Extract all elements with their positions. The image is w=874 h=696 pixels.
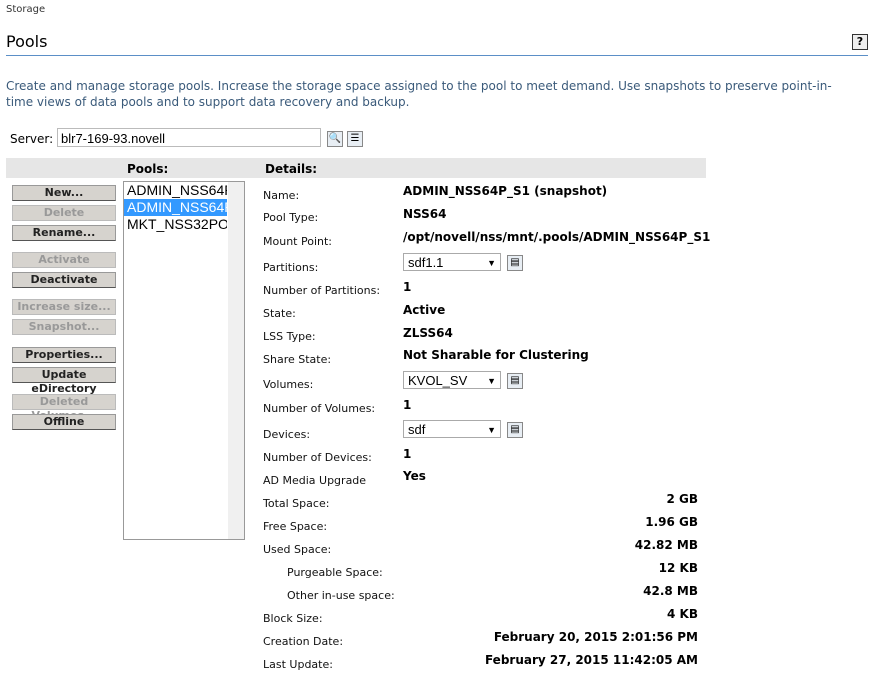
update-edirectory-button[interactable]: Update eDirectory <box>12 367 116 395</box>
divider <box>6 55 868 56</box>
server-input[interactable]: blr7-169-93.novell <box>57 128 321 147</box>
last-update-label: Last Update: <box>263 658 333 671</box>
new-button[interactable]: New... <box>12 185 116 201</box>
ad-media-value: Yes <box>403 469 426 483</box>
lss-type-label: LSS Type: <box>263 330 316 343</box>
mount-point-label: Mount Point: <box>263 235 332 248</box>
num-partitions-value: 1 <box>403 280 412 294</box>
details-icon[interactable]: ▤ <box>507 373 523 389</box>
details-icon[interactable]: ▤ <box>507 255 523 271</box>
name-value: ADMIN_NSS64P_S1 (snapshot) <box>403 184 608 198</box>
volumes-select[interactable]: KVOL_SV ▼ <box>403 371 501 389</box>
rename-button[interactable]: Rename... <box>12 225 116 241</box>
lss-type-value: ZLSS64 <box>403 326 453 340</box>
free-space-label: Free Space: <box>263 520 328 533</box>
chevron-down-icon: ▼ <box>487 376 496 386</box>
pool-item-selected[interactable]: ADMIN_NSS64P <box>124 199 227 216</box>
num-partitions-label: Number of Partitions: <box>263 284 381 297</box>
used-space-label: Used Space: <box>263 543 332 556</box>
properties-button[interactable]: Properties... <box>12 347 116 363</box>
state-value: Active <box>403 303 446 317</box>
offline-button[interactable]: Offline <box>12 414 116 430</box>
last-update-value: February 27, 2015 11:42:05 AM <box>484 653 698 667</box>
block-size-value: 4 KB <box>667 607 698 621</box>
devices-select[interactable]: sdf ▼ <box>403 420 501 438</box>
creation-date-value: February 20, 2015 2:01:56 PM <box>493 630 698 644</box>
total-space-value: 2 GB <box>666 492 698 506</box>
chevron-down-icon: ▼ <box>487 258 496 268</box>
num-devices-value: 1 <box>403 447 412 461</box>
breadcrumb-storage[interactable]: Storage <box>6 4 45 15</box>
share-state-value: Not Sharable for Clustering <box>403 348 589 362</box>
page-title: Pools <box>6 32 48 51</box>
other-in-use-value: 42.8 MB <box>643 584 698 598</box>
volumes-label: Volumes: <box>263 378 314 391</box>
search-icon[interactable]: 🔍 <box>327 131 343 147</box>
deleted-volumes-button[interactable]: Deleted Volumes... <box>12 394 116 422</box>
volumes-value: KVOL_SV <box>408 373 468 388</box>
partitions-value: sdf1.1 <box>408 255 444 270</box>
pool-item[interactable]: MKT_NSS32POO <box>124 216 227 233</box>
panel-header <box>6 158 706 178</box>
purgeable-label: Purgeable Space: <box>287 566 383 579</box>
num-volumes-label: Number of Volumes: <box>263 402 376 415</box>
num-volumes-value: 1 <box>403 398 412 412</box>
used-space-value: 42.82 MB <box>634 538 698 552</box>
total-space-label: Total Space: <box>263 497 330 510</box>
increase-size-button[interactable]: Increase size... <box>12 299 116 315</box>
help-button[interactable]: ? <box>852 34 868 50</box>
partitions-select[interactable]: sdf1.1 ▼ <box>403 253 501 271</box>
devices-label: Devices: <box>263 428 311 441</box>
details-icon[interactable]: ▤ <box>507 422 523 438</box>
activate-button[interactable]: Activate <box>12 252 116 268</box>
deactivate-button[interactable]: Deactivate <box>12 272 116 288</box>
num-devices-label: Number of Devices: <box>263 451 372 464</box>
mount-point-value: /opt/novell/nss/mnt/.pools/ADMIN_NSS64P_… <box>403 230 711 244</box>
delete-button[interactable]: Delete <box>12 205 116 221</box>
snapshot-button[interactable]: Snapshot... <box>12 319 116 335</box>
server-label: Server: <box>10 132 54 146</box>
partitions-label: Partitions: <box>263 261 319 274</box>
share-state-label: Share State: <box>263 353 332 366</box>
page-description: Create and manage storage pools. Increas… <box>6 79 832 109</box>
name-label: Name: <box>263 189 300 202</box>
pool-type-value: NSS64 <box>403 207 447 221</box>
block-size-label: Block Size: <box>263 612 323 625</box>
creation-date-label: Creation Date: <box>263 635 344 648</box>
details-header: Details: <box>265 162 318 176</box>
free-space-value: 1.96 GB <box>645 515 698 529</box>
browse-tree-icon[interactable]: ☰ <box>347 131 363 147</box>
pools-list[interactable]: ADMIN_NSS64P ADMIN_NSS64P MKT_NSS32POO <box>123 181 245 540</box>
state-label: State: <box>263 307 296 320</box>
scrollbar[interactable] <box>228 182 244 539</box>
purgeable-value: 12 KB <box>658 561 698 575</box>
pool-type-label: Pool Type: <box>263 211 319 224</box>
chevron-down-icon: ▼ <box>487 425 496 435</box>
ad-media-label: AD Media Upgrade <box>263 474 367 487</box>
pools-header: Pools: <box>127 162 169 176</box>
other-in-use-label: Other in-use space: <box>287 589 395 602</box>
pool-item[interactable]: ADMIN_NSS64P <box>124 182 227 199</box>
devices-value: sdf <box>408 422 426 437</box>
